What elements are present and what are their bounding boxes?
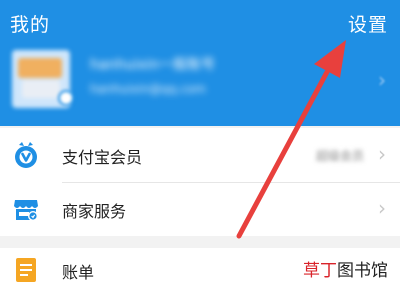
avatar-badge-icon bbox=[58, 90, 74, 106]
store-icon bbox=[14, 200, 38, 221]
menu-list: 支付宝会员 超级会员 › 商家服务 › bbox=[0, 128, 400, 236]
page-title: 我的 bbox=[10, 14, 51, 36]
profile-account: hanhuixin@qq.com bbox=[90, 82, 206, 96]
member-level-value: 超级会员 bbox=[315, 149, 364, 163]
menu-item-member[interactable]: 支付宝会员 超级会员 › bbox=[0, 128, 400, 182]
menu-item-label: 商家服务 bbox=[62, 202, 127, 221]
site-watermark: 草丁图书馆 bbox=[301, 256, 390, 281]
menu-item-label: 支付宝会员 bbox=[62, 148, 143, 167]
chevron-right-icon: › bbox=[378, 142, 386, 166]
menu-item-label: 账单 bbox=[62, 263, 95, 282]
bill-icon bbox=[16, 258, 36, 282]
top-header: 我的 设置 hanhuixin一般账号 hanhuixin@qq.com › bbox=[0, 0, 400, 126]
menu-item-merchant[interactable]: 商家服务 › bbox=[0, 182, 400, 236]
section-gap bbox=[0, 236, 400, 248]
chevron-right-icon: › bbox=[378, 196, 386, 220]
profile-card[interactable]: hanhuixin一般账号 hanhuixin@qq.com › bbox=[0, 44, 400, 120]
divider bbox=[62, 182, 400, 183]
chevron-right-icon: › bbox=[378, 68, 386, 92]
settings-button[interactable]: 设置 bbox=[348, 10, 388, 37]
profile-name: hanhuixin一般账号 bbox=[90, 57, 216, 73]
member-badge-icon bbox=[15, 142, 37, 168]
